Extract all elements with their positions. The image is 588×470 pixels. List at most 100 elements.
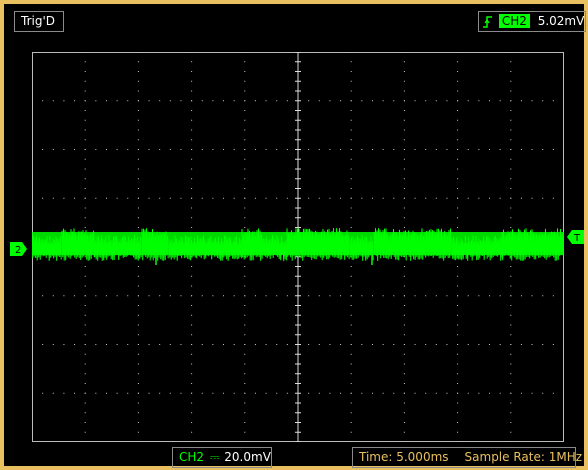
grid-dot [489,197,491,199]
grid-dot [244,90,246,92]
grid-dot [244,373,246,375]
grid-dot [403,324,405,326]
grid-dot [382,197,384,199]
grid-dot [403,188,405,189]
grid-dot [233,197,235,199]
grid-dot [286,344,288,345]
grid-dot [457,431,459,433]
grid-dot [137,266,139,267]
grid-dot [84,402,86,404]
grid-dot [308,295,310,297]
grid-dot [403,158,405,160]
grid-dot [542,344,544,345]
grid-dot [457,383,459,384]
grid-dot [244,344,246,345]
grid-dot [223,392,225,394]
grid-dot [393,392,395,394]
grid-dot [244,275,246,277]
grid-dot [212,100,214,102]
grid-dot [137,412,139,414]
grid-dot [254,100,256,102]
grid-dot [95,149,97,150]
grid-dot [489,100,491,102]
grid-dot [244,139,246,141]
grid-dot [84,158,86,160]
grid-dot [137,90,139,92]
grid-dot [52,295,54,297]
grid-dot [520,149,522,150]
grid-dot [552,149,554,150]
grid-dot [159,197,161,199]
grid-dot [403,305,405,306]
grid-dot [84,363,86,365]
grid-dot [531,344,533,345]
grid-dot [457,441,459,442]
grid-dot [32,197,33,199]
grid-dot [191,227,193,228]
grid-dot [137,314,139,316]
grid-dot [403,197,405,199]
grid-dot [457,334,459,336]
grid-dot [478,344,480,345]
grid-dot [84,227,86,228]
grid-dot [116,295,118,297]
grid-dot [32,149,33,150]
grid-dot [286,295,288,297]
grid-dot [265,197,267,199]
grid-dot [371,149,373,150]
grid-dot [510,188,512,189]
grid-dot [510,266,512,267]
channel-2-marker[interactable]: 2 [10,242,28,256]
grid-dot [244,178,246,180]
grid-dot [510,334,512,336]
grid-dot [457,402,459,404]
grid-dot [244,227,246,228]
grid-dot [244,295,246,297]
grid-dot [180,295,182,297]
grid-dot [350,324,352,326]
grid-dot [137,139,139,141]
grid-dot [457,158,459,160]
grid-dot [393,149,395,150]
grid-dot [127,100,129,102]
grid-dot [244,100,246,102]
grid-dot [84,168,86,170]
grid-dot [520,392,522,394]
grid-dot [159,149,161,150]
grid-dot [425,197,427,199]
grid-dot [42,197,44,199]
grid-dot [382,295,384,297]
bottom-status-bar: CH2 ⎓ 20.0mV Time: 5.000ms Sample Rate: 1… [8,444,588,470]
grid-dot [403,168,405,170]
grid-dot [520,295,522,297]
grid-dot [350,402,352,404]
dc-coupling-icon: ⎓ [209,450,220,464]
grid-dot [63,197,65,199]
grid-dot [563,344,564,345]
grid-dot [425,344,427,345]
grid-dot [286,149,288,150]
trigger-level-marker[interactable]: T [566,230,584,244]
grid-dot [127,344,129,345]
grid-dot [403,285,405,287]
grid-dot [552,197,554,199]
grid-dot [350,61,352,63]
grid-dot [457,285,459,287]
grid-dot [286,392,288,394]
grid-dot [350,334,352,336]
grid-dot [223,295,225,297]
waveform-display[interactable] [32,52,564,442]
grid-dot [350,100,352,102]
grid-dot [201,149,203,150]
grid-dot [244,402,246,404]
grid-dot [403,178,405,180]
grid-dot [457,168,459,170]
grid-dot [425,100,427,102]
grid-dot [52,149,54,150]
grid-dot [457,139,459,141]
trigger-info-box: CH2 5.02mV [478,11,586,32]
grid-dot [137,158,139,160]
grid-dot [191,383,193,384]
grid-dot [350,168,352,170]
grid-dot [510,217,512,219]
